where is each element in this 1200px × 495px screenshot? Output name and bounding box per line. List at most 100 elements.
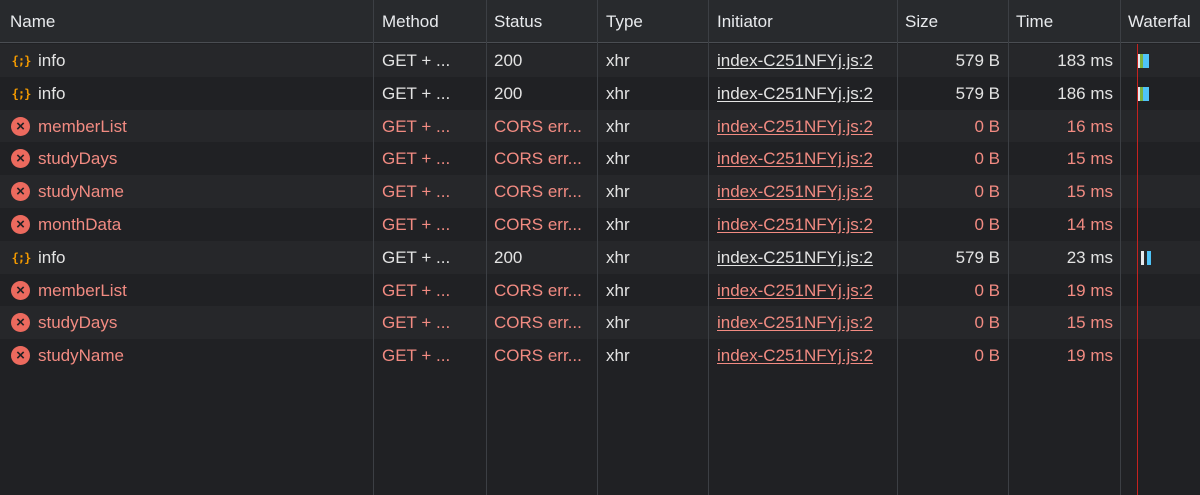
initiator-link[interactable]: index-C251NFYj.js:2: [717, 142, 895, 175]
method-cell: GET + ...: [382, 280, 451, 300]
time-cell: 19 ms: [1066, 346, 1113, 366]
request-name[interactable]: studyName: [38, 175, 368, 208]
status-cell: 200: [494, 51, 523, 70]
column-header-method[interactable]: Method: [382, 0, 482, 43]
error-icon: ×: [11, 116, 30, 136]
request-name[interactable]: info: [38, 77, 368, 110]
type-cell: xhr: [606, 247, 630, 267]
request-row[interactable]: × memberList GET + ... CORS err... xhr index-…: [0, 109, 1200, 143]
request-row[interactable]: × studyName GET + ... CORS err... xhr index-C…: [0, 175, 1200, 209]
type-cell: xhr: [606, 149, 630, 169]
request-name[interactable]: studyName: [38, 339, 368, 372]
status-cell: CORS err...: [494, 313, 582, 333]
network-panel: Name Method Status Type Initiator Size T…: [0, 0, 1200, 495]
type-cell: xhr: [606, 116, 630, 136]
status-cell: CORS err...: [494, 215, 582, 234]
request-name[interactable]: info: [38, 241, 368, 274]
method-cell: GET + ...: [382, 346, 451, 366]
waterfall-load-marker: [1137, 44, 1138, 495]
type-cell: xhr: [606, 346, 630, 366]
column-header-waterfall[interactable]: Waterfal: [1128, 0, 1200, 43]
type-cell: xhr: [606, 313, 630, 333]
request-name[interactable]: info: [38, 44, 368, 77]
time-cell: 16 ms: [1066, 116, 1113, 136]
column-header-name[interactable]: Name: [10, 0, 370, 43]
xhr-icon: {;}: [11, 54, 32, 68]
time-cell: 14 ms: [1066, 215, 1113, 234]
request-name[interactable]: studyDays: [38, 142, 368, 175]
column-header-initiator[interactable]: Initiator: [717, 0, 897, 43]
method-cell: GET + ...: [382, 149, 451, 169]
request-row[interactable]: × memberList GET + ... CORS err... xhr index-…: [0, 273, 1200, 307]
column-header-type[interactable]: Type: [606, 0, 706, 43]
request-row[interactable]: × monthData GET + ... CORS err... xhr index-C…: [0, 208, 1200, 241]
request-name[interactable]: monthData: [38, 208, 368, 241]
type-cell: xhr: [606, 182, 630, 202]
initiator-link[interactable]: index-C251NFYj.js:2: [717, 208, 895, 241]
xhr-icon: {;}: [11, 86, 32, 101]
status-cell: 200: [494, 83, 523, 103]
request-name[interactable]: studyDays: [38, 306, 368, 339]
time-cell: 15 ms: [1066, 149, 1113, 169]
method-cell: GET + ...: [382, 247, 451, 267]
error-icon: ×: [11, 182, 30, 202]
type-cell: xhr: [606, 51, 630, 70]
initiator-link[interactable]: index-C251NFYj.js:2: [717, 110, 895, 143]
column-header-status[interactable]: Status: [494, 0, 594, 43]
size-cell: 0 B: [974, 346, 1000, 366]
status-cell: 200: [494, 247, 523, 267]
request-name[interactable]: memberList: [38, 274, 368, 307]
error-icon: ×: [11, 215, 30, 234]
type-cell: xhr: [606, 215, 630, 234]
error-icon: ×: [11, 280, 30, 300]
waterfall-bar: [1141, 250, 1144, 265]
status-cell: CORS err...: [494, 149, 582, 169]
size-cell: 0 B: [974, 182, 1000, 202]
request-row[interactable]: {;} info GET + ... 200 xhr index-C251NFYj.js:…: [0, 76, 1200, 110]
type-cell: xhr: [606, 280, 630, 300]
waterfall-bar: [1143, 54, 1149, 68]
method-cell: GET + ...: [382, 313, 451, 333]
time-cell: 186 ms: [1057, 83, 1113, 103]
method-cell: GET + ...: [382, 83, 451, 103]
size-cell: 579 B: [955, 247, 1000, 267]
time-cell: 183 ms: [1057, 51, 1113, 70]
initiator-link[interactable]: index-C251NFYj.js:2: [717, 339, 895, 372]
request-row[interactable]: × studyName GET + ... CORS err... xhr index-C…: [0, 339, 1200, 373]
initiator-link[interactable]: index-C251NFYj.js:2: [717, 175, 895, 208]
status-cell: CORS err...: [494, 346, 582, 366]
column-header-size[interactable]: Size: [905, 0, 1005, 43]
method-cell: GET + ...: [382, 215, 451, 234]
method-cell: GET + ...: [382, 116, 451, 136]
initiator-link[interactable]: index-C251NFYj.js:2: [717, 274, 895, 307]
request-row[interactable]: × studyDays GET + ... CORS err... xhr index-C…: [0, 142, 1200, 176]
status-cell: CORS err...: [494, 182, 582, 202]
status-cell: CORS err...: [494, 280, 582, 300]
method-cell: GET + ...: [382, 182, 451, 202]
size-cell: 579 B: [955, 51, 1000, 70]
request-row[interactable]: {;} info GET + ... 200 xhr index-C251NFYj.js:…: [0, 240, 1200, 274]
size-cell: 0 B: [974, 215, 1000, 234]
request-name[interactable]: memberList: [38, 110, 368, 143]
time-cell: 19 ms: [1066, 280, 1113, 300]
status-cell: CORS err...: [494, 116, 582, 136]
initiator-link[interactable]: index-C251NFYj.js:2: [717, 306, 895, 339]
initiator-link[interactable]: index-C251NFYj.js:2: [717, 77, 895, 110]
size-cell: 0 B: [974, 149, 1000, 169]
size-cell: 579 B: [955, 83, 1000, 103]
time-cell: 23 ms: [1066, 247, 1113, 267]
waterfall-bar: [1147, 250, 1151, 265]
type-cell: xhr: [606, 83, 630, 103]
initiator-link[interactable]: index-C251NFYj.js:2: [717, 241, 895, 274]
initiator-link[interactable]: index-C251NFYj.js:2: [717, 44, 895, 77]
error-icon: ×: [11, 313, 30, 333]
error-icon: ×: [11, 149, 30, 169]
size-cell: 0 B: [974, 116, 1000, 136]
error-icon: ×: [11, 346, 30, 366]
size-cell: 0 B: [974, 313, 1000, 333]
time-cell: 15 ms: [1066, 313, 1113, 333]
column-header-time[interactable]: Time: [1016, 0, 1116, 43]
request-row[interactable]: × studyDays GET + ... CORS err... xhr index-C…: [0, 306, 1200, 340]
request-row[interactable]: {;} info GET + ... 200 xhr index-C251NFYj.js:…: [0, 44, 1200, 77]
method-cell: GET + ...: [382, 51, 451, 70]
